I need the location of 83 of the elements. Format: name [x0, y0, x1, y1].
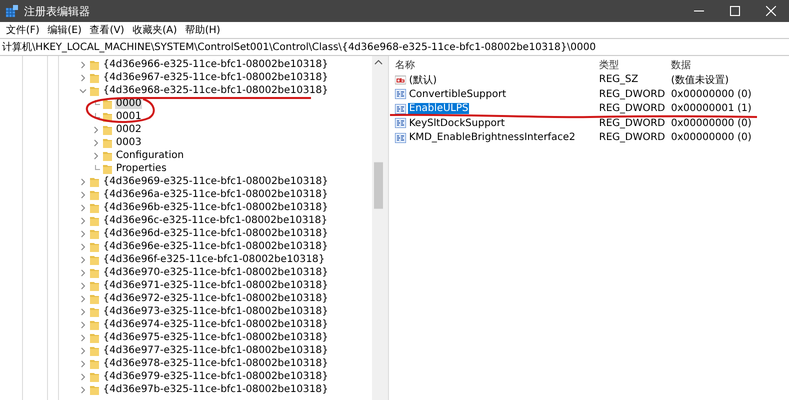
folder-icon [90, 346, 99, 356]
tree-item[interactable]: {4d36e96c-e325-11ce-bfc1-08002be10318} [102, 215, 328, 226]
tree-item[interactable]: {4d36e966-e325-11ce-bfc1-08002be10318} [102, 59, 330, 70]
binary-value-icon [395, 118, 406, 128]
folder-icon [90, 72, 99, 82]
tree-item[interactable]: 0003 [115, 137, 142, 148]
tree-item[interactable]: {4d36e96f-e325-11ce-bfc1-08002be10318} [102, 254, 326, 265]
folder-icon [103, 150, 112, 160]
value-name[interactable]: KeySltDockSupport [408, 118, 506, 129]
folder-icon [90, 176, 99, 186]
menu-item[interactable]: 查看(V) [90, 23, 124, 37]
string-value-icon [395, 74, 406, 85]
value-type: REG_DWORD [599, 103, 666, 114]
tree-item[interactable]: {4d36e972-e325-11ce-bfc1-08002be10318} [102, 293, 330, 304]
menu-item[interactable]: 文件(F) [6, 23, 40, 37]
binary-value-icon [395, 104, 406, 114]
value-data: 0x00000000 (0) [671, 118, 753, 129]
binary-value-icon [395, 89, 406, 100]
tree-item[interactable]: {4d36e96b-e325-11ce-bfc1-08002be10318} [102, 202, 330, 213]
folder-icon [90, 190, 99, 200]
folder-icon [90, 358, 99, 368]
tree-item[interactable]: {4d36e96a-e325-11ce-bfc1-08002be10318} [102, 189, 330, 200]
tree-item[interactable]: {4d36e96e-e325-11ce-bfc1-08002be10318} [102, 241, 330, 252]
folder-icon [90, 202, 99, 212]
value-name[interactable]: KMD_EnableBrightnessInterface2 [408, 132, 576, 144]
registry-app-icon [6, 5, 18, 17]
column-header[interactable]: 类型 [599, 58, 671, 72]
tree-item[interactable]: {4d36e979-e325-11ce-bfc1-08002be10318} [102, 371, 330, 382]
tree-item[interactable]: {4d36e968-e325-11ce-bfc1-08002be10318} [102, 85, 330, 96]
menu-item[interactable]: 收藏夹(A) [132, 23, 177, 37]
folder-icon [90, 306, 99, 316]
folder-icon [90, 372, 99, 382]
folder-icon [90, 280, 99, 290]
scrollbar-drawing[interactable] [372, 56, 385, 400]
binary-value-icon [395, 132, 406, 143]
tree-item[interactable]: {4d36e975-e325-11ce-bfc1-08002be10318} [102, 332, 330, 343]
folder-icon [90, 216, 99, 226]
value-name[interactable]: EnableULPS [408, 103, 470, 114]
value-data: 0x00000000 (0) [671, 88, 753, 100]
tree-item[interactable]: {4d36e967-e325-11ce-bfc1-08002be10318} [102, 72, 330, 83]
folder-icon [90, 228, 99, 238]
value-type: REG_DWORD [599, 132, 666, 144]
value-name[interactable]: ConvertibleSupport [408, 88, 508, 100]
folder-icon [90, 268, 99, 278]
tree-item[interactable]: {4d36e97b-e325-11ce-bfc1-08002be10318} [102, 384, 330, 395]
folder-icon [90, 254, 99, 264]
folder-icon [103, 164, 112, 174]
value-name[interactable]: (默认) [408, 72, 438, 87]
folder-icon [90, 332, 99, 342]
tree-item[interactable]: Configuration [115, 150, 185, 161]
address-bar[interactable]: 计算机\HKEY_LOCAL_MACHINE\SYSTEM\ControlSet001\Control\Class\{4d36e968-e325-11ce-bfc1-08002be10318}\0000 [0, 38, 789, 56]
maximize-icon [730, 6, 740, 16]
tree-item[interactable]: {4d36e974-e325-11ce-bfc1-08002be10318} [102, 319, 330, 330]
folder-icon [103, 138, 112, 148]
tree-item[interactable]: {4d36e969-e325-11ce-bfc1-08002be10318} [102, 176, 330, 187]
column-header[interactable]: 名称 [395, 58, 599, 72]
folder-icon [90, 384, 99, 394]
tree-item[interactable]: {4d36e96d-e325-11ce-bfc1-08002be10318} [102, 228, 330, 239]
value-type: REG_DWORD [599, 118, 666, 129]
value-data: 0x00000001 (1) [671, 103, 753, 114]
menu-item[interactable]: 帮助(H) [185, 23, 220, 37]
tree-item[interactable]: {4d36e973-e325-11ce-bfc1-08002be10318} [102, 306, 330, 317]
folder-icon [90, 60, 99, 70]
tree-item[interactable]: 0001 [115, 111, 142, 122]
value-type: REG_DWORD [599, 88, 666, 100]
folder-icon [90, 294, 99, 304]
value-data: 0x00000000 (0) [671, 132, 753, 144]
tree-item[interactable]: Properties [115, 163, 168, 174]
folder-icon [90, 86, 99, 96]
folder-icon [90, 320, 99, 330]
tree-item[interactable]: {4d36e970-e325-11ce-bfc1-08002be10318} [102, 267, 330, 278]
menu-item[interactable]: 编辑(E) [48, 23, 82, 37]
tree-item[interactable]: {4d36e971-e325-11ce-bfc1-08002be10318} [102, 280, 330, 291]
window-title: 注册表编辑器 [24, 4, 91, 18]
value-data: (数值未设置) [671, 74, 730, 87]
folder-icon [103, 124, 112, 134]
folder-icon [90, 242, 99, 252]
close-icon [766, 6, 776, 16]
tree-item[interactable]: {4d36e978-e325-11ce-bfc1-08002be10318} [102, 358, 330, 369]
column-header[interactable]: 数据 [671, 58, 789, 72]
tree-item[interactable]: {4d36e977-e325-11ce-bfc1-08002be10318} [102, 345, 330, 356]
value-type: REG_SZ [599, 74, 640, 86]
tree-item[interactable]: 0002 [115, 124, 142, 135]
